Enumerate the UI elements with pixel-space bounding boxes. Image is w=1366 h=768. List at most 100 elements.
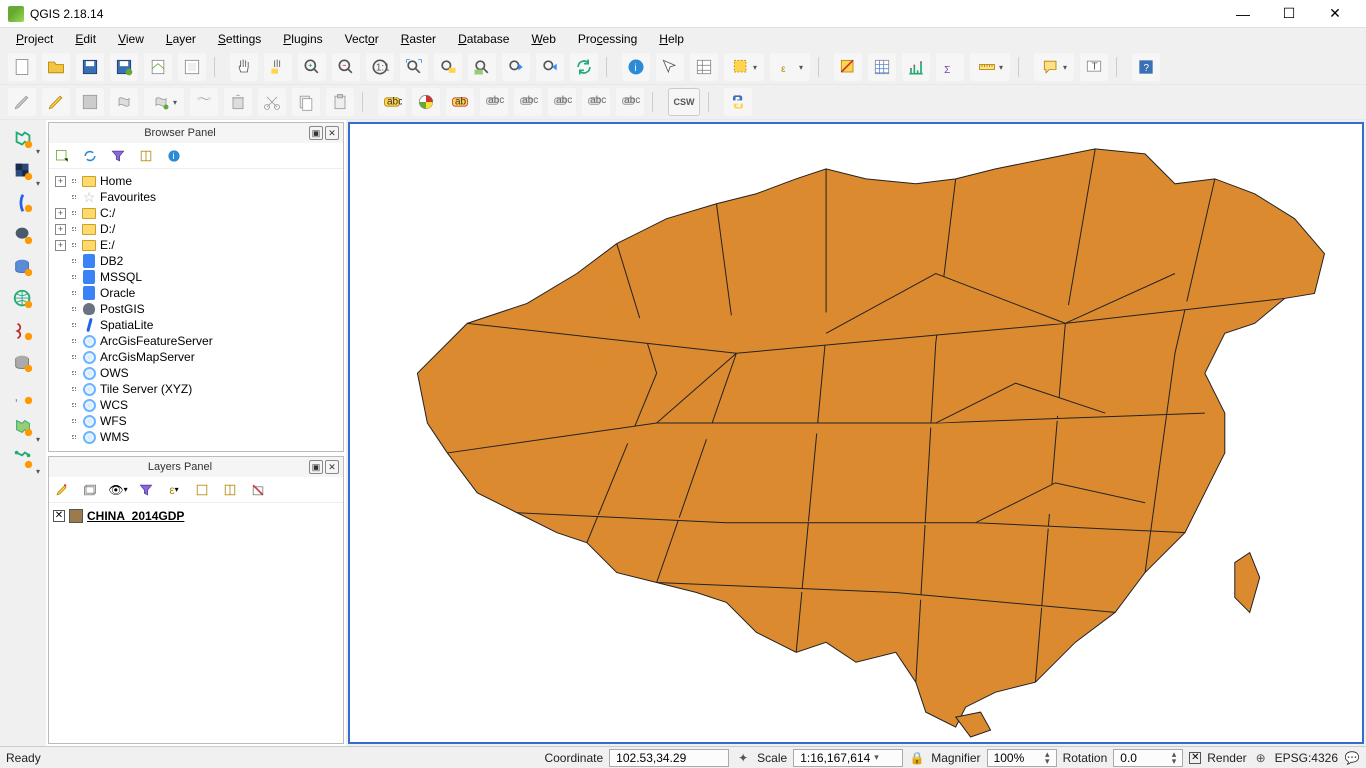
field-calculator-icon[interactable] [868,53,896,81]
menu-database[interactable]: Database [448,30,519,48]
measure-icon[interactable] [970,53,1010,81]
zoom-to-layer-icon[interactable] [468,53,496,81]
browser-close-button[interactable]: ✕ [325,126,339,140]
python-console-icon[interactable] [724,88,752,116]
layer-name[interactable]: CHINA_2014GDP [87,509,184,523]
add-raster-layer-icon[interactable] [8,156,38,186]
add-oracle-icon[interactable] [8,348,38,378]
zoom-out-icon[interactable] [332,53,360,81]
text-annotation-icon[interactable]: T [1080,53,1108,81]
deselect-icon[interactable] [834,53,862,81]
label-change-icon[interactable]: abc [616,88,644,116]
add-feature-icon[interactable] [110,88,138,116]
menu-web[interactable]: Web [521,30,565,48]
crs-icon[interactable]: ⊕ [1253,750,1269,766]
menu-edit[interactable]: Edit [65,30,106,48]
zoom-next-icon[interactable] [536,53,564,81]
map-tips-icon[interactable] [1034,53,1074,81]
save-project-icon[interactable] [76,53,104,81]
composer-manager-icon[interactable] [178,53,206,81]
zoom-native-icon[interactable]: 1:1 [366,53,394,81]
pan-icon[interactable] [230,53,258,81]
layer-row[interactable]: ✕ CHINA_2014GDP [53,507,339,525]
browser-item[interactable]: PostGIS [51,301,341,317]
label-move-icon[interactable]: abc [548,88,576,116]
help-icon[interactable]: ? [1132,53,1160,81]
zoom-last-icon[interactable] [502,53,530,81]
browser-item[interactable]: +C:/ [51,205,341,221]
new-print-composer-icon[interactable] [144,53,172,81]
add-postgis-icon[interactable] [8,220,38,250]
menu-project[interactable]: Project [6,30,63,48]
minimize-button[interactable]: — [1220,0,1266,28]
new-project-icon[interactable] [8,53,36,81]
add-vector-layer-icon[interactable] [8,124,38,154]
save-edits-icon[interactable] [76,88,104,116]
toggle-extents-icon[interactable]: ✦ [735,750,751,766]
browser-item[interactable]: DB2 [51,253,341,269]
refresh-icon[interactable] [570,53,598,81]
label-show-icon[interactable]: abc [514,88,542,116]
add-db2-icon[interactable] [8,252,38,282]
copy-icon[interactable] [292,88,320,116]
browser-item[interactable]: WMS [51,429,341,445]
layer-style-icon[interactable] [53,481,71,499]
menu-vector[interactable]: Vector [335,30,389,48]
select-features-icon[interactable] [656,53,684,81]
layer-expression-icon[interactable]: ε▾ [165,481,183,499]
browser-item[interactable]: Oracle [51,285,341,301]
scale-input[interactable]: 1:16,167,614 [793,749,903,767]
add-delimited-text-icon[interactable]: , [8,380,38,410]
menu-layer[interactable]: Layer [156,30,206,48]
sum-icon[interactable]: Σ [936,53,964,81]
open-attribute-table-icon[interactable] [690,53,718,81]
layer-checkbox[interactable]: ✕ [53,510,65,522]
add-layer-icon[interactable] [53,147,71,165]
crs-value[interactable]: EPSG:4326 [1275,751,1338,765]
cut-icon[interactable] [258,88,286,116]
browser-item[interactable]: ArcGisMapServer [51,349,341,365]
menu-processing[interactable]: Processing [568,30,647,48]
add-wms-icon[interactable] [8,284,38,314]
layer-add-group-icon[interactable] [81,481,99,499]
identify-icon[interactable]: i [622,53,650,81]
browser-item[interactable]: +D:/ [51,221,341,237]
label-diagram-icon[interactable] [412,88,440,116]
add-spatialite-icon[interactable] [8,188,38,218]
filter-browser-icon[interactable] [109,147,127,165]
select-by-expression-icon[interactable]: ε [770,53,810,81]
statistics-icon[interactable] [902,53,930,81]
properties-icon[interactable]: i [165,147,183,165]
browser-tree[interactable]: +Home☆Favourites+C:/+D:/+E:/DB2MSSQLOrac… [49,169,343,451]
open-project-icon[interactable] [42,53,70,81]
maximize-button[interactable]: ☐ [1266,0,1312,28]
add-wfs-icon[interactable] [8,412,38,442]
browser-item[interactable]: ArcGisFeatureServer [51,333,341,349]
browser-item[interactable]: OWS [51,365,341,381]
layers-dock-button[interactable]: ▣ [309,460,323,474]
close-button[interactable]: ✕ [1312,0,1358,28]
label-abc-icon[interactable]: abc [378,88,406,116]
select-by-rect-icon[interactable] [724,53,764,81]
layers-close-button[interactable]: ✕ [325,460,339,474]
coord-input[interactable]: 102.53,34.29 [609,749,729,767]
zoom-in-icon[interactable] [298,53,326,81]
messages-icon[interactable]: 💬 [1344,750,1360,766]
lock-scale-icon[interactable]: 🔒 [909,750,925,766]
browser-item[interactable]: +Home [51,173,341,189]
move-feature-icon[interactable] [144,88,184,116]
menu-view[interactable]: View [108,30,154,48]
browser-item[interactable]: Tile Server (XYZ) [51,381,341,397]
magnifier-input[interactable]: 100%▴▾ [987,749,1057,767]
add-virtual-layer-icon[interactable] [8,444,38,474]
map-canvas[interactable] [348,122,1364,744]
browser-item[interactable]: WCS [51,397,341,413]
edit-pencil-grey-icon[interactable] [8,88,36,116]
browser-item[interactable]: ☆Favourites [51,189,341,205]
label-highlight-icon[interactable]: ab [446,88,474,116]
browser-dock-button[interactable]: ▣ [309,126,323,140]
node-tool-icon[interactable] [190,88,218,116]
layer-filter-icon[interactable] [137,481,155,499]
label-pin-icon[interactable]: abc [480,88,508,116]
layer-visibility-icon[interactable]: 👁▾ [109,481,127,499]
